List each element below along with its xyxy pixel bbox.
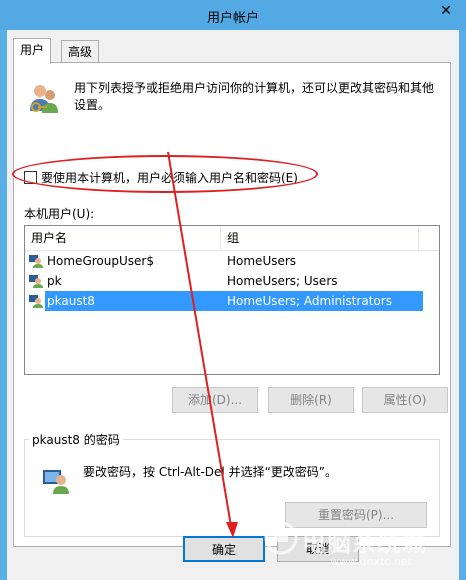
change-password-text: 要改密码，按 Ctrl-Alt-Del 并选择“更改密码”。 xyxy=(83,465,338,479)
require-password-label[interactable]: 要使用本计算机，用户必须输入用户名和密码(E) xyxy=(41,169,298,186)
password-group-legend: pkaust8 的密码 xyxy=(29,431,123,448)
user-name-cell: pk xyxy=(47,274,62,288)
user-group-cell: HomeUsers; Users xyxy=(227,274,338,288)
user-icon xyxy=(29,295,43,308)
user-name-cell: HomeGroupUser$ xyxy=(47,254,154,268)
cancel-button[interactable]: 取消 xyxy=(277,536,359,562)
user-icon xyxy=(29,255,43,268)
listview-header: 用户名 组 xyxy=(25,226,439,251)
user-name-cell: pkaust8 xyxy=(47,294,95,308)
window-title: 用户帐户 xyxy=(206,11,259,26)
password-groupbox: pkaust8 的密码 要改密码，按 Ctrl-Alt-Del 并选择“更改密码… xyxy=(24,431,440,537)
table-row[interactable]: HomeGroupUser$ HomeUsers xyxy=(25,251,439,271)
users-listview[interactable]: 用户名 组 HomeGroupUser$ HomeUsers pk HomeUsers… xyxy=(24,225,440,375)
close-icon: ✕ xyxy=(440,3,452,19)
user-key-icon xyxy=(43,470,69,494)
add-user-button[interactable]: 添加(D)... xyxy=(172,387,258,413)
tab-advanced[interactable]: 高级 xyxy=(61,40,100,63)
user-group-cell: HomeUsers; Administrators xyxy=(227,294,392,308)
tab-users[interactable]: 用户 xyxy=(13,38,52,64)
column-header-group[interactable]: 组 xyxy=(221,226,419,250)
title-bar: 用户帐户 ✕ xyxy=(0,0,466,30)
close-button[interactable]: ✕ xyxy=(432,0,460,22)
require-password-row[interactable]: 要使用本计算机，用户必须输入用户名和密码(E) xyxy=(24,169,298,186)
table-row[interactable]: pk HomeUsers; Users xyxy=(25,271,439,291)
table-row[interactable]: pkaust8 HomeUsers; Administrators xyxy=(25,291,439,311)
users-tab-panel: 用下列表授予或拒绝用户访问你的计算机，还可以更改其密码和其他设置。 要使用本计算… xyxy=(12,62,451,547)
remove-user-button[interactable]: 删除(R) xyxy=(268,387,354,413)
users-keys-icon xyxy=(30,85,58,113)
user-group-cell: HomeUsers xyxy=(227,254,297,268)
column-header-username[interactable]: 用户名 xyxy=(25,226,221,250)
intro-text: 用下列表授予或拒绝用户访问你的计算机，还可以更改其密码和其他设置。 xyxy=(74,81,435,112)
user-icon xyxy=(29,275,43,288)
dialog-body: 用户 高级 用下列表授予或拒绝用户访问你的计算机，还可以更改其密码和其他设置。 … xyxy=(7,30,459,580)
require-password-checkbox[interactable] xyxy=(24,171,37,184)
reset-password-button[interactable]: 重置密码(P)... xyxy=(285,502,427,528)
ok-button[interactable]: 确定 xyxy=(183,536,265,562)
properties-button[interactable]: 属性(O) xyxy=(362,387,448,413)
local-users-label: 本机用户(U): xyxy=(24,207,95,221)
